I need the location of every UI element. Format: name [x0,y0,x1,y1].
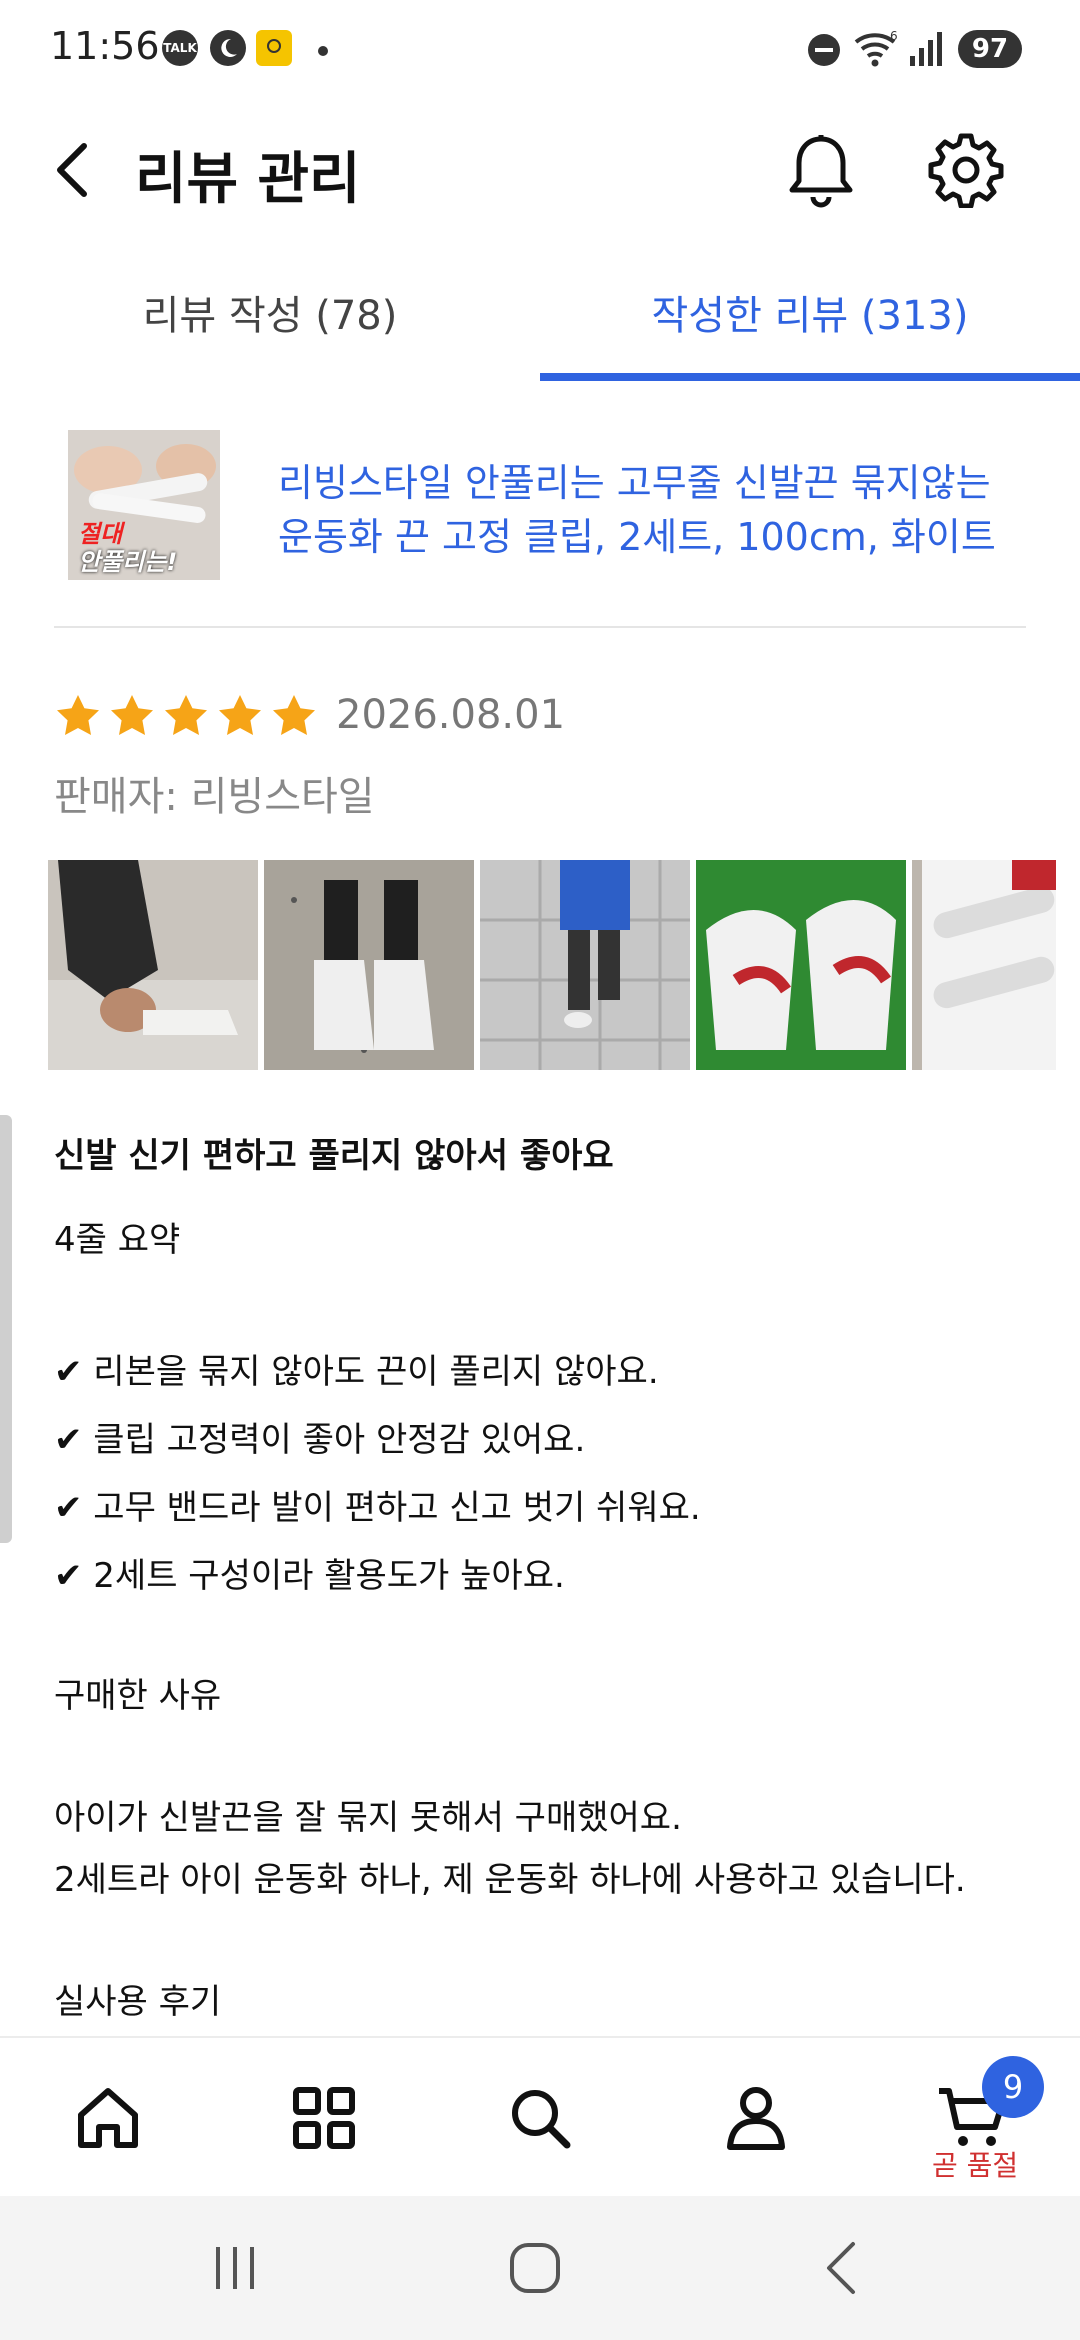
page-title: 리뷰 관리 [135,147,361,212]
review-point-2: ✔ 클립 고정력이 좋아 안정감 있어요. [54,1420,586,1460]
grid-icon [293,2087,355,2149]
star-icon [57,695,99,735]
scroll-handle[interactable] [0,1115,12,1543]
review-photo-3[interactable] [480,860,690,1070]
settings-button[interactable] [924,128,1008,212]
nav-home-button[interactable] [68,2078,148,2158]
review-photo-4[interactable] [696,860,906,1070]
home-circle-icon [510,2243,560,2293]
star-icon [219,695,261,735]
system-navigation-bar [0,2196,1080,2340]
system-back-button[interactable] [806,2236,876,2300]
summary-heading: 4줄 요약 [54,1220,181,1260]
usage-heading: 실사용 후기 [54,1982,222,2022]
bottom-nav [0,2036,1080,2196]
svg-text:6: 6 [890,29,898,43]
cart-soldout-label: 곧 품절 [932,2149,1019,2182]
wifi-icon: 6 [852,28,902,74]
app-notification-icon [256,30,292,66]
product-title-line-2: 운동화 끈 고정 클립, 2세트, 100cm, 화이트 [278,515,996,559]
person-icon [727,2087,785,2150]
divider [54,626,1026,628]
active-tab-indicator [540,373,1080,381]
nav-categories-button[interactable] [284,2078,364,2158]
product-title-link[interactable]: 리빙스타일 안풀리는 고무줄 신발끈 묶지않는 운동화 끈 고정 클립, 2세트… [278,456,1038,564]
reason-line-2: 2세트라 아이 운동화 하나, 제 운동화 하나에 사용하고 있습니다. [54,1860,966,1900]
thumb-text-2: 안풀리는! [78,548,178,576]
tab-write-review[interactable]: 리뷰 작성 (78) [0,282,540,342]
recent-apps-button[interactable] [200,2236,270,2300]
signal-icon [908,30,944,72]
star-icon [165,695,207,735]
review-photo-2[interactable] [264,860,474,1070]
star-icon [111,695,153,735]
notifications-button[interactable] [780,128,862,214]
more-notifications-dot [318,46,328,56]
product-thumbnail[interactable]: 절대 안풀리는! [68,430,220,580]
seller-name: 판매자: 리빙스타일 [54,774,375,820]
moon-icon [210,30,246,66]
review-point-3: ✔ 고무 밴드라 발이 편하고 신고 벗기 쉬워요. [54,1488,701,1528]
status-bar: 11:56 TALK 6 97 [0,0,1080,100]
review-point-4: ✔ 2세트 구성이라 활용도가 높아요. [54,1556,565,1596]
review-photo-1[interactable] [48,860,258,1070]
status-time: 11:56 [50,24,160,68]
search-icon [512,2090,571,2149]
reason-line-1: 아이가 신발끈을 잘 묶지 못해서 구매했어요. [54,1798,682,1838]
back-arrow-icon [827,2242,855,2294]
recent-apps-icon [216,2247,254,2289]
review-point-1: ✔ 리본을 묶지 않아도 끈이 풀리지 않아요. [54,1352,659,1392]
review-photo-5[interactable] [912,860,1056,1070]
kakaotalk-notification-icon: TALK [162,30,198,66]
review-date: 2026.08.01 [336,692,566,738]
gear-icon [928,133,1004,208]
star-icon [273,695,315,735]
tab-written-reviews[interactable]: 작성한 리뷰 (313) [540,282,1080,342]
review-headline: 신발 신기 편하고 풀리지 않아서 좋아요 [54,1136,614,1176]
dnd-icon [806,32,842,72]
star-rating [54,692,318,740]
reason-heading: 구매한 사유 [54,1676,222,1716]
home-icon [78,2088,138,2148]
product-title-line-1: 리빙스타일 안풀리는 고무줄 신발끈 묶지않는 [278,461,991,505]
bell-icon [789,135,853,208]
cart-count-badge: 9 [982,2056,1044,2118]
nav-account-button[interactable] [716,2078,796,2158]
battery-indicator: 97 [958,30,1022,68]
chevron-left-icon [57,143,87,197]
back-button[interactable] [40,130,104,210]
home-system-button[interactable] [500,2236,570,2300]
nav-search-button[interactable] [500,2078,580,2158]
